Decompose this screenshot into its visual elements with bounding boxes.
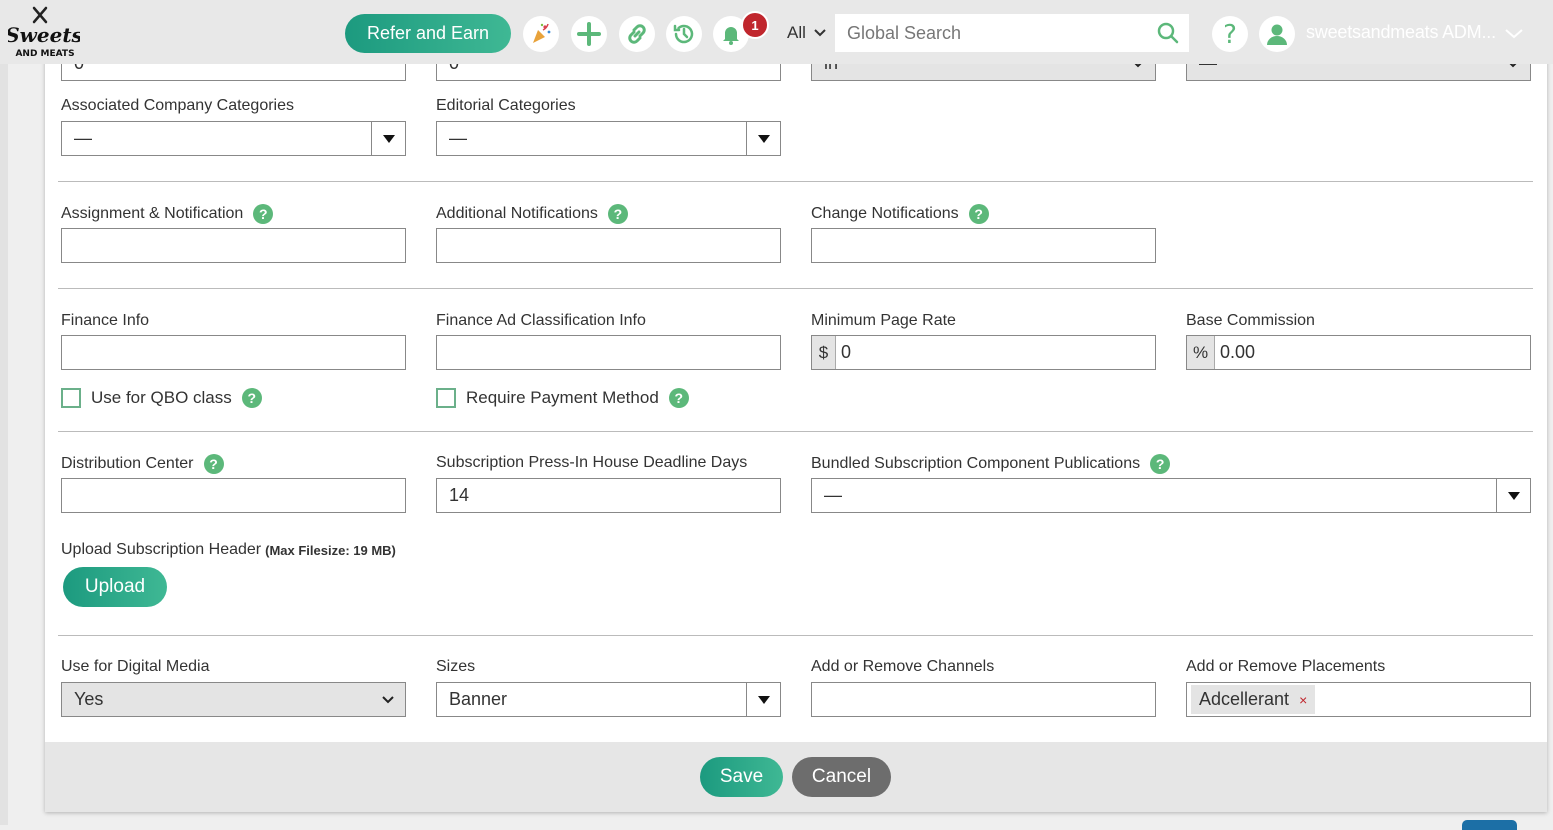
- sizes-select[interactable]: Banner: [436, 682, 781, 717]
- link-icon[interactable]: [619, 16, 655, 52]
- cancel-button[interactable]: Cancel: [792, 757, 891, 797]
- section-divider: [58, 431, 1533, 432]
- floating-action-button[interactable]: [1462, 820, 1517, 830]
- search-icon[interactable]: [1157, 22, 1179, 49]
- company-logo[interactable]: Sweets AND MEATS: [5, 4, 83, 60]
- global-search-input[interactable]: [835, 14, 1189, 52]
- section-divider: [58, 288, 1533, 289]
- finance-info-input[interactable]: [61, 335, 406, 370]
- finance-ad-classification-label: Finance Ad Classification Info: [436, 312, 646, 329]
- change-notifications-input[interactable]: [811, 228, 1156, 263]
- page-gutter: [0, 0, 8, 825]
- qbo-class-checkbox-row[interactable]: Use for QBO class ?: [61, 388, 262, 408]
- require-payment-label: Require Payment Method: [466, 388, 659, 407]
- help-icon[interactable]: ?: [1212, 16, 1248, 52]
- bundled-publications-select[interactable]: —: [811, 478, 1531, 513]
- base-commission-input[interactable]: % 0.00: [1186, 335, 1531, 370]
- logo-text-bottom: AND MEATS: [15, 49, 74, 59]
- placements-label: Add or Remove Placements: [1186, 658, 1386, 675]
- base-commission-label: Base Commission: [1186, 312, 1315, 329]
- require-payment-checkbox[interactable]: [436, 388, 456, 408]
- history-icon[interactable]: [666, 16, 702, 52]
- associated-categories-select[interactable]: —: [61, 121, 406, 156]
- upload-header-label: Upload Subscription Header (Max Filesize…: [61, 541, 396, 558]
- refer-and-earn-button[interactable]: Refer and Earn: [345, 14, 511, 53]
- help-icon[interactable]: ?: [203, 454, 224, 474]
- editorial-categories-select[interactable]: —: [436, 121, 781, 156]
- notification-count-badge: 1: [741, 11, 769, 39]
- require-payment-checkbox-row[interactable]: Require Payment Method ?: [436, 388, 689, 408]
- channels-label: Add or Remove Channels: [811, 658, 995, 675]
- digital-media-label: Use for Digital Media: [61, 658, 210, 675]
- chevron-down-icon[interactable]: [1505, 26, 1523, 44]
- max-filesize-note: (Max Filesize: 19 MB): [265, 542, 396, 558]
- section-divider: [58, 181, 1533, 182]
- additional-notifications-input[interactable]: [436, 228, 781, 263]
- help-icon[interactable]: ?: [241, 388, 262, 408]
- deadline-days-value: 14: [449, 485, 470, 505]
- digital-media-select[interactable]: Yes: [61, 682, 406, 717]
- help-icon[interactable]: ?: [668, 388, 689, 408]
- caret-down-icon: [1496, 479, 1530, 512]
- help-icon[interactable]: ?: [1150, 454, 1171, 474]
- change-notifications-label: Change Notifications ?: [811, 204, 989, 224]
- associated-categories-label: Associated Company Categories: [61, 97, 295, 114]
- minimum-page-rate-input[interactable]: $ 0: [811, 335, 1156, 370]
- qbo-class-label: Use for QBO class: [91, 388, 232, 407]
- finance-ad-classification-input[interactable]: [436, 335, 781, 370]
- logo-text-top: Sweets: [8, 23, 80, 47]
- search-scope-select[interactable]: All: [778, 14, 835, 52]
- finance-info-label: Finance Info: [61, 312, 150, 329]
- channels-input[interactable]: [811, 682, 1156, 717]
- base-commission-value: 0.00: [1220, 342, 1256, 362]
- sizes-value: Banner: [449, 689, 508, 709]
- user-avatar-icon[interactable]: [1259, 16, 1295, 52]
- chevron-down-icon: [814, 29, 826, 37]
- editorial-categories-label: Editorial Categories: [436, 97, 576, 114]
- digital-media-value: Yes: [74, 689, 104, 709]
- associated-categories-value: —: [74, 128, 92, 148]
- save-button[interactable]: Save: [700, 757, 783, 797]
- deadline-days-input[interactable]: 14: [436, 478, 781, 513]
- user-name[interactable]: sweetsandmeats ADM...: [1306, 22, 1496, 43]
- distribution-center-input[interactable]: [61, 478, 406, 513]
- distribution-center-label: Distribution Center ?: [61, 454, 224, 474]
- top-navigation-bar: Sweets AND MEATS Refer and Earn 1 All Gl…: [0, 0, 1553, 64]
- caret-down-icon: [746, 683, 780, 716]
- bundled-publications-value: —: [824, 485, 842, 505]
- currency-prefix: $: [812, 336, 836, 369]
- additional-notifications-label: Additional Notifications ?: [436, 204, 628, 224]
- chevron-down-icon: [371, 683, 405, 716]
- remove-tag-icon[interactable]: ×: [1299, 692, 1307, 708]
- placement-tag-label: Adcellerant: [1199, 689, 1290, 709]
- help-icon[interactable]: ?: [968, 204, 989, 224]
- upload-button[interactable]: Upload: [63, 567, 167, 607]
- svg-text:?: ?: [1223, 20, 1237, 48]
- help-icon[interactable]: ?: [253, 204, 274, 224]
- party-popper-icon[interactable]: [523, 16, 559, 52]
- bundled-publications-label: Bundled Subscription Component Publicati…: [811, 454, 1171, 474]
- plus-icon[interactable]: [571, 16, 607, 52]
- editorial-categories-value: —: [449, 128, 467, 148]
- caret-down-icon: [371, 122, 405, 155]
- percent-prefix: %: [1187, 336, 1215, 369]
- placements-input[interactable]: Adcellerant ×: [1186, 682, 1531, 717]
- sizes-label: Sizes: [436, 658, 476, 675]
- section-divider: [58, 635, 1533, 636]
- qbo-class-checkbox[interactable]: [61, 388, 81, 408]
- minimum-page-rate-value: 0: [841, 342, 852, 362]
- caret-down-icon: [746, 122, 780, 155]
- assignment-notification-label: Assignment & Notification ?: [61, 204, 274, 224]
- deadline-days-label: Subscription Press-In House Deadline Day…: [436, 454, 748, 471]
- placement-tag: Adcellerant ×: [1191, 685, 1316, 714]
- search-scope-value: All: [787, 23, 806, 42]
- help-icon[interactable]: ?: [607, 204, 628, 224]
- minimum-page-rate-label: Minimum Page Rate: [811, 312, 956, 329]
- assignment-notification-input[interactable]: [61, 228, 406, 263]
